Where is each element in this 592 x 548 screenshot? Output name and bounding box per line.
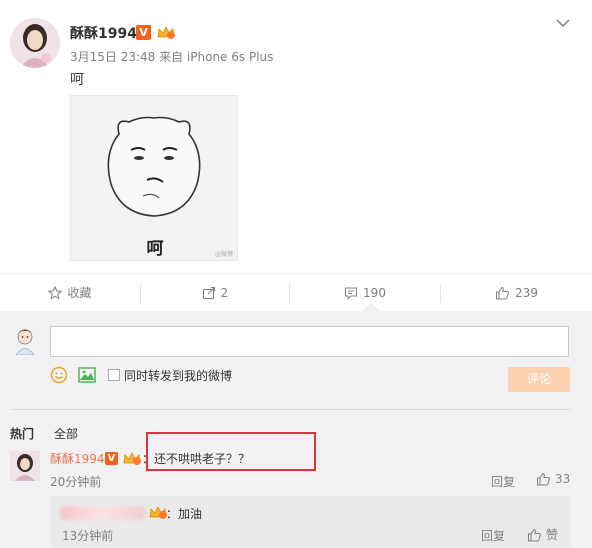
comment-input[interactable] (50, 326, 569, 357)
comment-like-button[interactable]: 33 (536, 472, 570, 486)
repost-button[interactable]: 2 (141, 274, 289, 312)
repost-checkbox-label[interactable]: 同时转发到我的微博 (124, 367, 232, 384)
post-image[interactable]: 呵 @微博 (70, 95, 238, 261)
like-count: 239 (515, 286, 538, 300)
comment-reply-button[interactable]: 回复 (491, 473, 515, 490)
comment-like-count: 33 (555, 472, 571, 486)
comment-time: 20分钟前 (50, 475, 102, 489)
chevron-down-icon[interactable] (555, 16, 571, 30)
verified-badge: V (136, 25, 151, 40)
blurred-reply-author (60, 506, 145, 520)
submit-comment-button[interactable]: 评论 (508, 367, 570, 392)
repost-count: 2 (220, 286, 229, 300)
highlight-box (146, 432, 316, 471)
thumbs-up-icon (528, 528, 541, 541)
author-name[interactable]: 酥酥1994 (70, 23, 137, 43)
repost-checkbox[interactable] (108, 369, 120, 381)
action-bar: 收藏 2 190 239 (0, 273, 592, 311)
section-divider (10, 409, 570, 410)
like-button[interactable]: 239 (441, 274, 592, 312)
reply-text: ：加油 (166, 507, 203, 521)
comment-avatar[interactable] (10, 451, 40, 481)
post-meta: 3月15日 23:48 来自 iPhone 6s Plus (70, 50, 274, 64)
crown-badge-icon (156, 25, 176, 40)
verified-badge: V (105, 452, 118, 465)
author-avatar[interactable] (10, 18, 60, 68)
star-icon (48, 286, 63, 300)
crown-badge-icon (148, 505, 168, 520)
image-caption: 呵 (146, 239, 164, 259)
repost-icon (202, 287, 215, 299)
reply-reply-button[interactable]: 回复 (481, 527, 505, 544)
comment-caret-inner (364, 304, 378, 311)
reply-like-button[interactable]: 赞 (527, 526, 558, 543)
comment-author-name[interactable]: 酥酥1994 (50, 450, 105, 467)
thumbs-up-icon (537, 472, 550, 486)
emoji-icon[interactable] (50, 366, 68, 384)
tab-all[interactable]: 全部 (54, 425, 78, 442)
image-icon[interactable] (78, 367, 96, 383)
crown-badge-icon (122, 451, 142, 466)
post-text: 呵 (70, 72, 84, 88)
reply-time: 13分钟前 (62, 529, 114, 543)
thumbs-up-icon (496, 286, 509, 300)
image-watermark: @微博 (214, 251, 233, 258)
tab-hot[interactable]: 热门 (10, 425, 34, 442)
reply-like-label: 赞 (546, 528, 559, 542)
favorite-button[interactable]: 收藏 (0, 274, 140, 312)
favorite-label: 收藏 (67, 286, 92, 300)
comment-icon (345, 287, 358, 300)
current-user-avatar[interactable] (10, 325, 40, 356)
